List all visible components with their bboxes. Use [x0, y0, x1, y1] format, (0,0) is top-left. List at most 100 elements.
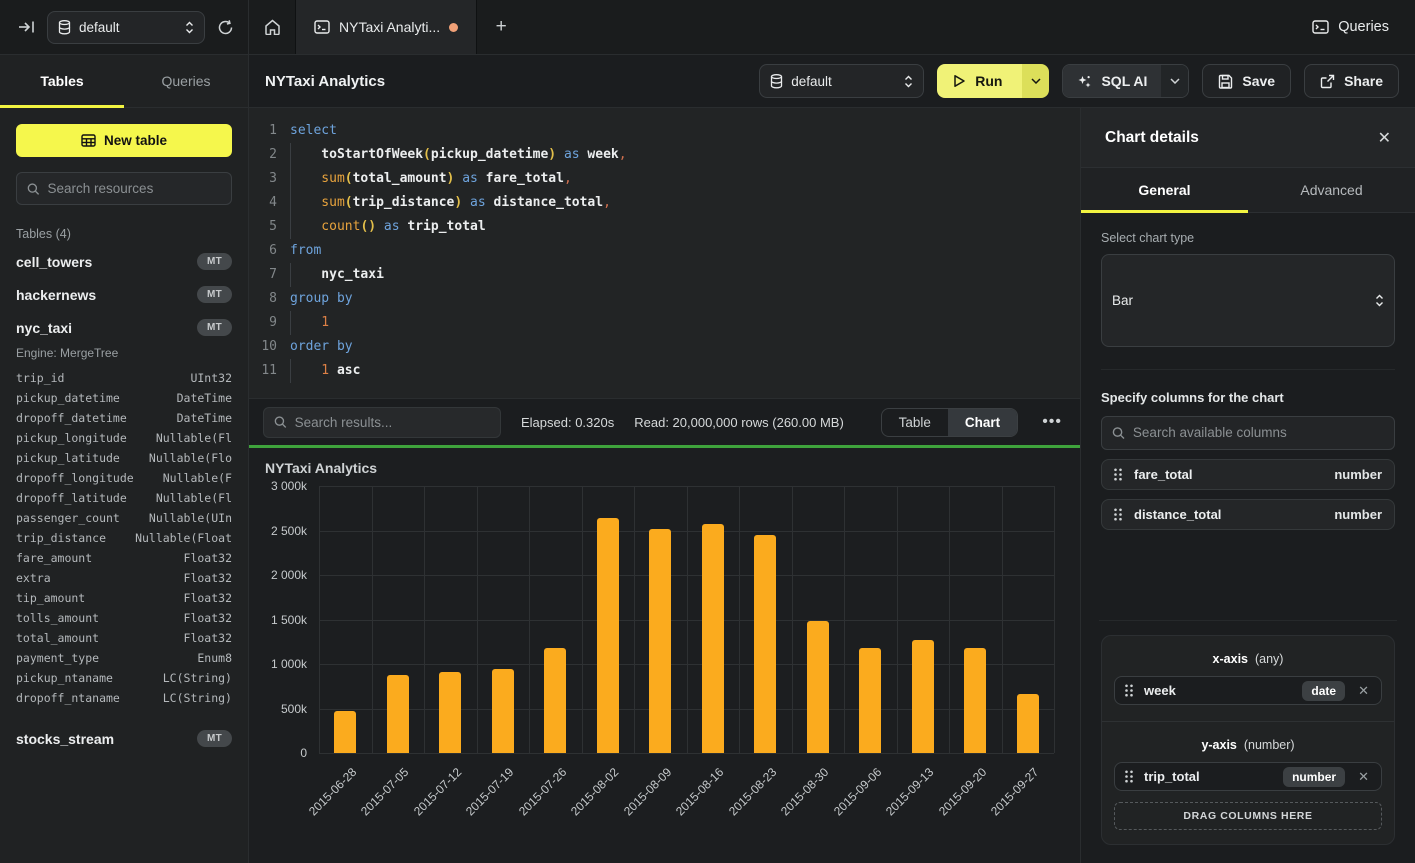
- new-tab-button[interactable]: +: [477, 0, 525, 54]
- indent-guide: [290, 143, 321, 167]
- line-number: 3: [249, 167, 277, 191]
- gridline-horizontal: [319, 709, 1054, 710]
- token-kw: group by: [290, 291, 353, 306]
- query-actions: default Run: [759, 64, 1399, 98]
- sidebar-tab-tables[interactable]: Tables: [0, 55, 124, 107]
- gridline-horizontal: [319, 531, 1054, 532]
- run-options-button[interactable]: [1022, 64, 1049, 98]
- run-label: Run: [975, 73, 1002, 89]
- database-selector[interactable]: default: [47, 11, 205, 44]
- close-icon: ✕: [1378, 130, 1391, 147]
- database-selector-value: default: [791, 74, 896, 89]
- code-text: order by: [290, 335, 353, 359]
- refresh-button[interactable]: [217, 19, 234, 36]
- x-tick-label: 2015-08-23: [726, 765, 779, 818]
- bar: [1017, 694, 1039, 753]
- line-number: 9: [249, 311, 277, 335]
- drag-handle-icon: [1125, 684, 1133, 697]
- token-id: week: [587, 147, 618, 162]
- y-tick-label: 2 500k: [249, 524, 307, 538]
- new-table-label: New table: [104, 133, 167, 148]
- tab-advanced[interactable]: Advanced: [1248, 168, 1415, 212]
- column-chip[interactable]: fare_totalnumber: [1101, 459, 1395, 490]
- indent-guide: [290, 359, 321, 383]
- new-table-button[interactable]: New table: [16, 124, 232, 157]
- drag-handle-icon: [1125, 770, 1133, 783]
- chip-name: distance_total: [1134, 507, 1221, 522]
- save-button[interactable]: Save: [1202, 64, 1291, 98]
- table-row[interactable]: cell_towersMT: [16, 245, 232, 278]
- column-name: dropoff_datetime: [16, 411, 127, 425]
- remove-chip-button[interactable]: ✕: [1356, 769, 1371, 785]
- table-grid-icon: [81, 134, 96, 147]
- chart-type-value: Bar: [1112, 293, 1367, 308]
- sql-ai-button[interactable]: SQL AI: [1063, 65, 1161, 97]
- sidebar: Tables Queries New table Tables (4) cell…: [0, 55, 249, 863]
- column-type: Nullable(Flo: [149, 451, 232, 465]
- type-badge: date: [1302, 681, 1345, 701]
- search-columns: [1101, 416, 1395, 450]
- main: NYTaxi Analytics default Run: [249, 55, 1415, 863]
- code-text: count() as trip_total: [290, 215, 486, 239]
- column-name: trip_distance: [16, 531, 106, 545]
- table-row[interactable]: hackernewsMT: [16, 278, 232, 311]
- column-row: total_amountFloat32: [16, 628, 232, 648]
- code-text: select: [290, 119, 337, 143]
- collapse-sidebar-button[interactable]: [18, 20, 35, 34]
- token-pr: (: [345, 195, 353, 210]
- query-title: NYTaxi Analytics: [265, 73, 385, 90]
- table-row[interactable]: nyc_taxiMT: [16, 311, 232, 344]
- sql-editor[interactable]: 1select2toStartOfWeek(pickup_datetime) a…: [249, 108, 1080, 398]
- column-row: dropoff_datetimeDateTime: [16, 408, 232, 428]
- axis-chip[interactable]: trip_totalnumber✕: [1114, 762, 1382, 791]
- chip-name: trip_total: [1144, 769, 1200, 784]
- search-resources: [16, 172, 232, 205]
- query-tab[interactable]: NYTaxi Analyti...: [295, 0, 477, 54]
- queries-button[interactable]: Queries: [1312, 19, 1389, 35]
- column-name: tolls_amount: [16, 611, 99, 625]
- line-number: 7: [249, 263, 277, 287]
- search-columns-input[interactable]: [1133, 425, 1384, 440]
- column-name: passenger_count: [16, 511, 120, 525]
- token-sp: [329, 363, 337, 378]
- chart-type-select[interactable]: Bar: [1101, 254, 1395, 347]
- axis-chip[interactable]: weekdate✕: [1114, 676, 1382, 705]
- table-row[interactable]: stocks_streamMT: [16, 722, 232, 755]
- x-tick-label: 2015-08-30: [778, 765, 831, 818]
- column-name: dropoff_ntaname: [16, 691, 120, 705]
- search-resources-input[interactable]: [48, 181, 221, 196]
- y-tick-label: 2 000k: [249, 568, 307, 582]
- drop-zone[interactable]: DRAG COLUMNS HERE: [1114, 802, 1382, 830]
- run-button-group: Run: [937, 64, 1049, 98]
- sql-ai-options-button[interactable]: [1161, 65, 1188, 97]
- home-button[interactable]: [249, 0, 295, 54]
- search-results-input[interactable]: [295, 415, 490, 430]
- database-icon: [58, 20, 71, 35]
- toggle-chart[interactable]: Chart: [948, 409, 1017, 436]
- remove-chip-button[interactable]: ✕: [1356, 683, 1371, 699]
- toggle-table[interactable]: Table: [882, 409, 948, 436]
- token-cm: ,: [564, 171, 572, 186]
- more-options-button[interactable]: •••: [1038, 413, 1066, 431]
- x-tick-label: 2015-06-28: [306, 765, 359, 818]
- token-sp: [454, 171, 462, 186]
- gridline-vertical: [1054, 486, 1055, 753]
- editor-line: 6from: [249, 239, 1080, 263]
- mt-badge: MT: [197, 286, 232, 303]
- columns-section: Specify columns for the chart fare_total…: [1101, 369, 1395, 530]
- tab-general[interactable]: General: [1081, 168, 1248, 212]
- x-tick-label: 2015-07-05: [358, 765, 411, 818]
- column-chip[interactable]: distance_totalnumber: [1101, 499, 1395, 530]
- database-selector[interactable]: default: [759, 64, 924, 98]
- share-button[interactable]: Share: [1304, 64, 1399, 98]
- tables-section-label: Tables (4): [16, 227, 232, 241]
- token-pr: ): [454, 195, 462, 210]
- run-button[interactable]: Run: [937, 64, 1022, 98]
- query-header: NYTaxi Analytics default Run: [249, 55, 1415, 108]
- close-button[interactable]: ✕: [1378, 128, 1391, 148]
- sidebar-tab-queries[interactable]: Queries: [124, 55, 248, 107]
- token-kw: order by: [290, 339, 353, 354]
- ellipsis-icon: •••: [1042, 413, 1062, 430]
- token-id: pickup_datetime: [431, 147, 548, 162]
- token-cm: ,: [603, 195, 611, 210]
